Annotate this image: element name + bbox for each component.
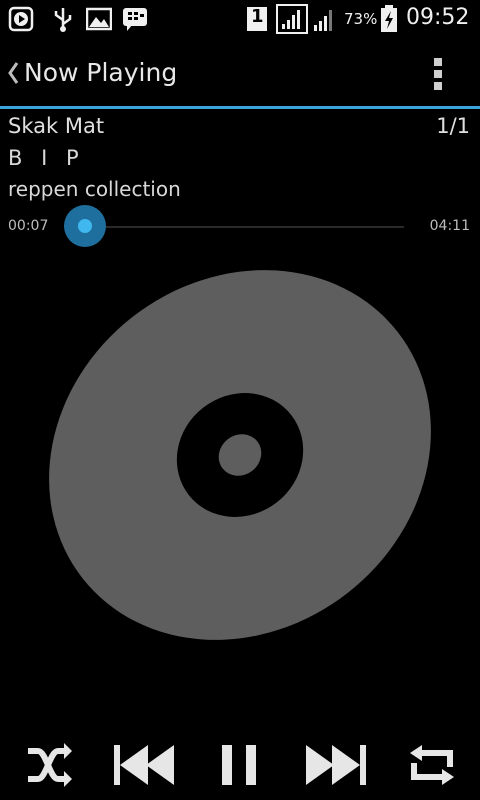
repeat-icon[interactable] (406, 735, 458, 795)
chevron-left-icon[interactable] (6, 60, 20, 86)
shuffle-icon[interactable] (24, 735, 74, 795)
playback-controls (0, 735, 480, 795)
action-bar: Now Playing (0, 38, 480, 106)
seek-thumb[interactable] (64, 205, 106, 247)
elapsed-time: 00:07 (8, 218, 49, 234)
accent-divider (0, 106, 480, 109)
status-bar: 1 73% 09:52 (0, 0, 480, 38)
signal-icon (314, 10, 332, 31)
sim-slot-label: 1 (251, 6, 264, 27)
battery-percent: 73% (344, 10, 378, 28)
media-play-icon (8, 6, 34, 32)
overflow-menu-icon[interactable] (424, 56, 452, 92)
seek-bar[interactable] (64, 226, 404, 228)
gallery-icon (86, 7, 112, 31)
bbm-icon (123, 8, 147, 31)
page-title[interactable]: Now Playing (24, 58, 177, 87)
disc-artwork (49, 270, 431, 640)
track-position: 1/1 (436, 114, 470, 138)
signal-icon (276, 4, 308, 34)
track-title: Skak Mat (8, 114, 105, 138)
track-album: reppen collection (8, 177, 181, 201)
usb-icon (54, 8, 72, 32)
clock: 09:52 (406, 5, 470, 30)
seek-thumb-dot (78, 219, 92, 233)
pause-icon[interactable] (220, 735, 260, 795)
battery-charging-icon (381, 5, 397, 32)
track-artist: B I P (8, 146, 85, 170)
previous-icon[interactable] (112, 735, 176, 795)
total-time: 04:11 (429, 218, 470, 234)
next-icon[interactable] (304, 735, 368, 795)
